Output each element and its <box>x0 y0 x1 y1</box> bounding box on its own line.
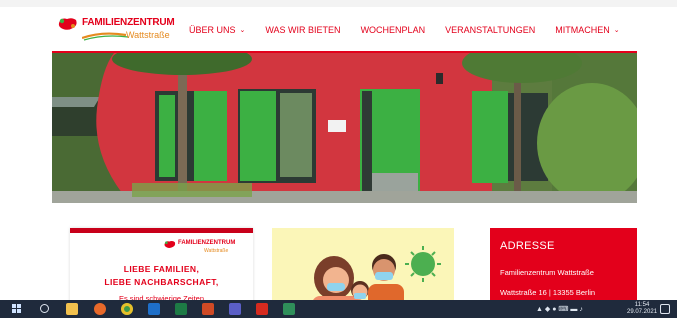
hero-building-photo <box>52 53 637 203</box>
logo-text-wattstrasse: Wattstraße <box>126 30 170 40</box>
clock-time: 11:54 <box>634 302 650 308</box>
illustration-card[interactable] <box>272 228 454 308</box>
system-tray-icons[interactable]: ▲ ◆ ● ⌨ ▬ ♪ <box>536 305 583 313</box>
nav-item-ueber-uns[interactable]: ÜBER UNS ⌄ <box>189 25 245 35</box>
file-explorer-icon[interactable] <box>66 303 78 315</box>
address-title: ADRESSE <box>500 240 555 252</box>
chevron-down-icon: ⌄ <box>239 27 246 34</box>
teams-icon[interactable] <box>229 303 241 315</box>
browser-page: FAMILIENZENTRUM Wattstraße ÜBER UNS ⌄ WA… <box>0 0 677 318</box>
address-card: ADRESSE Familienzentrum Wattstraße Watts… <box>490 228 637 308</box>
notice-logo-text-familienzentrum: FAMILIENZENTRUM <box>178 240 236 246</box>
taskbar-clock[interactable]: 11:54 29.07.2021 <box>627 302 657 316</box>
clock-date: 29.07.2021 <box>627 309 658 315</box>
windows-start-icon[interactable] <box>12 304 22 314</box>
logo-text-familienzentrum: FAMILIENZENTRUM <box>82 17 175 28</box>
windows-taskbar: ▲ ◆ ● ⌨ ▬ ♪ 11:54 29.07.2021 <box>0 300 677 318</box>
notice-logo-text-wattstrasse: Wattstraße <box>204 248 229 254</box>
notice-heading-line2: LIEBE NACHBARSCHAFT, <box>104 277 219 287</box>
excel-icon[interactable] <box>175 303 187 315</box>
search-icon[interactable] <box>40 304 49 313</box>
outlook-icon[interactable] <box>148 303 160 315</box>
family-masks-illustration <box>272 228 454 308</box>
notice-heading-line1: LIEBE FAMILIEN, <box>123 264 200 274</box>
nav-item-wochenplan[interactable]: WOCHENPLAN <box>361 25 426 35</box>
project-icon[interactable] <box>283 303 295 315</box>
main-navigation: ÜBER UNS ⌄ WAS WIR BIETEN WOCHENPLAN VER… <box>189 25 620 35</box>
notice-card-accent-bar <box>70 228 253 233</box>
notice-card: FAMILIENZENTRUM Wattstraße LIEBE FAMILIE… <box>70 228 253 308</box>
nav-item-was-wir-bieten[interactable]: WAS WIR BIETEN <box>265 25 340 35</box>
nav-item-mitmachen[interactable]: MITMACHEN ⌄ <box>555 25 619 35</box>
nav-item-label: ÜBER UNS <box>189 25 236 35</box>
nav-item-label: WAS WIR BIETEN <box>265 25 341 35</box>
notification-center-icon[interactable] <box>660 304 670 314</box>
powerpoint-icon[interactable] <box>202 303 214 315</box>
hero-image <box>52 53 637 203</box>
nav-item-label: VERANSTALTUNGEN <box>445 25 536 35</box>
browser-top-edge <box>0 0 677 7</box>
logo-family-icon <box>164 241 176 248</box>
notice-card-logo: FAMILIENZENTRUM Wattstraße <box>164 240 250 260</box>
nav-item-label: WOCHENPLAN <box>360 25 426 35</box>
site-header: FAMILIENZENTRUM Wattstraße ÜBER UNS ⌄ WA… <box>52 9 637 51</box>
nav-item-label: MITMACHEN <box>555 25 610 35</box>
logo-family-icon <box>58 18 77 30</box>
site-logo[interactable]: FAMILIENZENTRUM Wattstraße <box>58 15 188 47</box>
acrobat-icon[interactable] <box>256 303 268 315</box>
firefox-icon[interactable] <box>94 303 106 315</box>
address-line-street: Wattstraße 16 | 13355 Berlin <box>500 288 596 297</box>
chevron-down-icon: ⌄ <box>613 27 620 34</box>
address-line-name: Familienzentrum Wattstraße <box>500 268 594 277</box>
chrome-icon[interactable] <box>121 303 133 315</box>
nav-item-veranstaltungen[interactable]: VERANSTALTUNGEN <box>445 25 535 35</box>
